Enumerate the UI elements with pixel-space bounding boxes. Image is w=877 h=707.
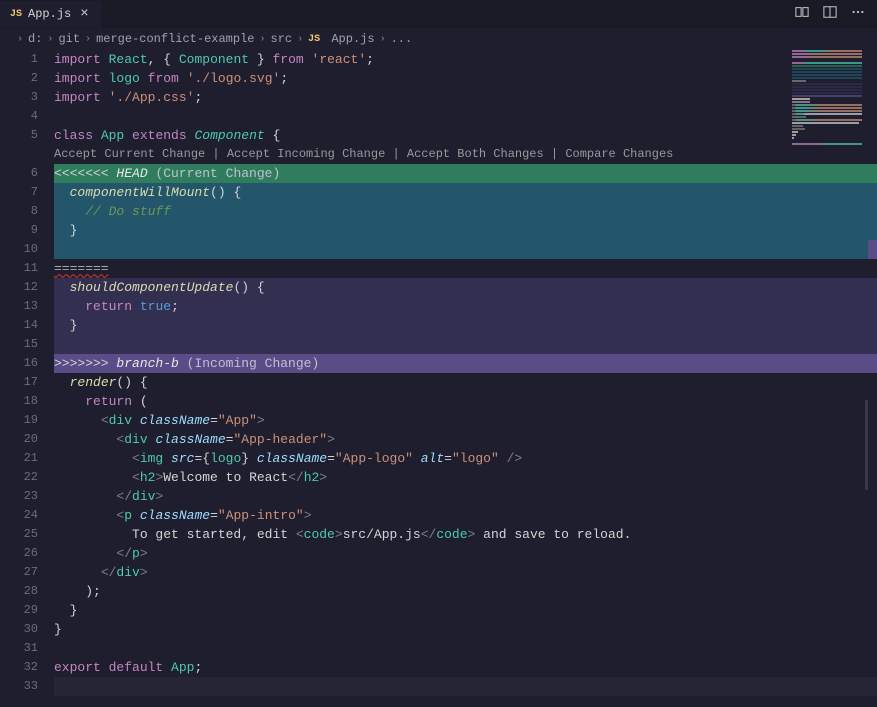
code-area[interactable]: import React, { Component } from 'react'…: [54, 50, 877, 707]
overview-marker-current: [868, 164, 877, 183]
conflict-incoming-marker: >>>>>>> branch-b (Incoming Change): [54, 354, 877, 373]
merge-codelens: Accept Current Change | Accept Incoming …: [54, 145, 877, 164]
compare-link[interactable]: Compare Changes: [565, 147, 673, 161]
tab-label: App.js: [28, 7, 71, 21]
close-icon[interactable]: ×: [77, 6, 91, 22]
minimap[interactable]: [792, 50, 862, 150]
breadcrumb[interactable]: ›d: ›git ›merge-conflict-example ›src ›J…: [0, 28, 877, 50]
title-bar: JS App.js ×: [0, 0, 877, 28]
editor[interactable]: 1 2 3 4 5 6 7 8 9 10 11 12 13 14 15 16 1…: [0, 50, 877, 707]
accept-both-link[interactable]: Accept Both Changes: [407, 147, 544, 161]
overview-marker-incoming: [868, 240, 877, 259]
accept-incoming-link[interactable]: Accept Incoming Change: [227, 147, 385, 161]
js-icon: JS: [308, 34, 320, 45]
conflict-head-marker: <<<<<<< HEAD (Current Change): [54, 164, 877, 183]
scrollbar[interactable]: [865, 400, 868, 490]
compare-icon[interactable]: [795, 5, 809, 23]
more-icon[interactable]: [851, 5, 865, 23]
accept-current-link[interactable]: Accept Current Change: [54, 147, 205, 161]
tab-appjs[interactable]: JS App.js ×: [0, 1, 102, 27]
line-numbers: 1 2 3 4 5 6 7 8 9 10 11 12 13 14 15 16 1…: [0, 50, 54, 707]
editor-actions: [795, 5, 877, 23]
split-icon[interactable]: [823, 5, 837, 23]
tabs-container: JS App.js ×: [0, 1, 102, 27]
js-icon: JS: [10, 9, 22, 20]
